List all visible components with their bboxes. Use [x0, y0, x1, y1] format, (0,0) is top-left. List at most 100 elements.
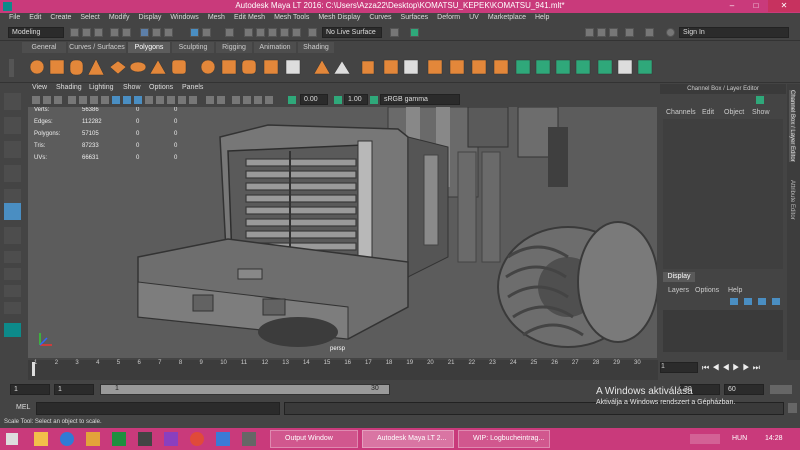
open-scene-icon[interactable] [82, 28, 91, 37]
menu-marketplace[interactable]: Marketplace [488, 13, 526, 21]
playback-start-field[interactable]: 1 [54, 384, 94, 395]
undo-icon[interactable] [110, 28, 119, 37]
shelf-tab-general[interactable]: General [22, 42, 66, 53]
history-icon[interactable] [390, 28, 399, 37]
menu-help[interactable]: Help [535, 13, 549, 21]
menu-windows[interactable]: Windows [170, 13, 198, 21]
display-tab[interactable]: Display [663, 272, 695, 282]
save-scene-icon[interactable] [94, 28, 103, 37]
menu-mesh-display[interactable]: Mesh Display [318, 13, 360, 21]
language-indicator[interactable]: HUN [732, 435, 747, 442]
anim-prefs-icon[interactable] [770, 385, 792, 394]
taskbar-chrome[interactable]: WIP: Logbucheintrag... [458, 430, 550, 448]
menu-uv[interactable]: UV [469, 13, 479, 21]
mode-dropdown[interactable]: Modeling [8, 27, 64, 38]
chrome-icon[interactable] [190, 432, 204, 446]
system-tray-icons[interactable] [690, 434, 720, 444]
folder-icon[interactable] [86, 432, 100, 446]
hypershade-icon[interactable] [645, 28, 654, 37]
menu-edit-mesh[interactable]: Edit Mesh [234, 13, 265, 21]
render-settings-icon[interactable] [625, 28, 634, 37]
channel-box-menu-edit[interactable]: Edit [702, 109, 714, 116]
internet-explorer-icon[interactable] [60, 432, 74, 446]
current-frame-field[interactable]: 1 [660, 362, 698, 373]
paint-select-tool-icon[interactable] [4, 141, 21, 158]
script-editor-icon[interactable] [788, 403, 797, 413]
side-tab-attribute-editor[interactable]: Attribute Editor [789, 180, 795, 220]
playback-controls[interactable]: ⏮◀◀▶▶⏭ [702, 363, 763, 373]
windows-start-icon[interactable] [6, 433, 18, 445]
new-scene-icon[interactable] [70, 28, 79, 37]
shelf-tab-rigging[interactable]: Rigging [216, 42, 252, 53]
channel-box-menu-object[interactable]: Object [724, 109, 744, 116]
menu-curves[interactable]: Curves [369, 13, 391, 21]
menu-modify[interactable]: Modify [109, 13, 130, 21]
snap-grid-icon[interactable] [244, 28, 253, 37]
menu-mesh-tools[interactable]: Mesh Tools [274, 13, 309, 21]
clock[interactable]: 14:28 [765, 435, 783, 442]
snap-surface-icon[interactable] [292, 28, 301, 37]
render-current-icon[interactable] [597, 28, 606, 37]
scale-tool-icon[interactable] [4, 203, 21, 220]
channel-box-menu-channels[interactable]: Channels [666, 109, 696, 116]
menu-file[interactable]: File [9, 13, 20, 21]
move-tool-icon[interactable] [4, 165, 21, 182]
shelf-tab-sculpting[interactable]: Sculpting [172, 42, 214, 53]
shelf-tab-curves-surfaces[interactable]: Curves / Surfaces [68, 42, 126, 53]
last-tool-icon[interactable] [4, 227, 21, 244]
snap-curve-icon[interactable] [256, 28, 265, 37]
live-surface-field[interactable]: No Live Surface [322, 27, 382, 38]
taskbar-maya[interactable]: Autodesk Maya LT 2... [362, 430, 454, 448]
taskbar-output-window[interactable]: Output Window [270, 430, 358, 448]
live-surface-icon[interactable] [308, 28, 317, 37]
camera-icon[interactable] [225, 28, 234, 37]
shelf-tab-polygons[interactable]: Polygons [128, 42, 170, 53]
render-view-icon[interactable] [585, 28, 594, 37]
animation-start-field[interactable]: 1 [10, 384, 50, 395]
select-by-type-icon[interactable] [190, 28, 199, 37]
viewport-menu-options[interactable]: Options [149, 84, 173, 91]
select-component-icon[interactable] [164, 28, 173, 37]
menu-create[interactable]: Create [50, 13, 71, 21]
excel-icon[interactable] [112, 432, 126, 446]
minimize-button[interactable]: – [720, 0, 744, 12]
new-layer-selected-icon[interactable] [744, 298, 752, 305]
color-space-dropdown[interactable]: sRGB gamma [380, 94, 460, 105]
move-layer-down-icon[interactable] [772, 298, 780, 305]
shelf-tab-shading[interactable]: Shading [298, 42, 334, 53]
move-layer-up-icon[interactable] [758, 298, 766, 305]
new-layer-icon[interactable] [730, 298, 738, 305]
close-button[interactable]: ✕ [768, 0, 800, 12]
media-player-icon[interactable] [138, 432, 152, 446]
menu-display[interactable]: Display [138, 13, 161, 21]
gamma-field[interactable]: 1.00 [344, 94, 368, 105]
file-explorer-icon[interactable] [34, 432, 48, 446]
menu-mesh[interactable]: Mesh [208, 13, 225, 21]
select-hierarchy-icon[interactable] [140, 28, 149, 37]
viewport-menu-show[interactable]: Show [123, 84, 141, 91]
time-slider[interactable]: 1 2 3 4 5 6 7 8 9 10 11 12 13 14 15 16 17 18 19 20 21 22 23 24 2… [28, 360, 658, 380]
single-view-layout-icon[interactable] [4, 251, 21, 263]
lasso-tool-icon[interactable] [4, 117, 21, 134]
channel-box-menu-show[interactable]: Show [752, 109, 770, 116]
app-icon[interactable] [216, 432, 230, 446]
viewport-3d[interactable]: Verts: 56386 0 0 Edges: 112282 0 0 Polyg… [28, 107, 657, 358]
maximize-button[interactable]: □ [744, 0, 768, 12]
mel-input[interactable] [36, 402, 280, 415]
app-icon[interactable] [164, 432, 178, 446]
layer-menu-layers[interactable]: Layers [668, 287, 689, 294]
menu-surfaces[interactable]: Surfaces [401, 13, 429, 21]
layer-menu-help[interactable]: Help [728, 287, 742, 294]
ipr-render-icon[interactable] [609, 28, 618, 37]
sign-in-field[interactable]: Sign In [679, 27, 789, 38]
snap-view-icon[interactable] [280, 28, 289, 37]
menu-select[interactable]: Select [80, 13, 99, 21]
range-slider[interactable]: 1 30 [100, 384, 390, 395]
select-tool-icon[interactable] [4, 93, 21, 110]
menu-deform[interactable]: Deform [437, 13, 460, 21]
layer-list[interactable] [663, 310, 783, 352]
menu-edit[interactable]: Edit [29, 13, 41, 21]
shelf-tab-animation[interactable]: Animation [254, 42, 296, 53]
select-object-icon[interactable] [152, 28, 161, 37]
viewport-menu-view[interactable]: View [32, 84, 47, 91]
